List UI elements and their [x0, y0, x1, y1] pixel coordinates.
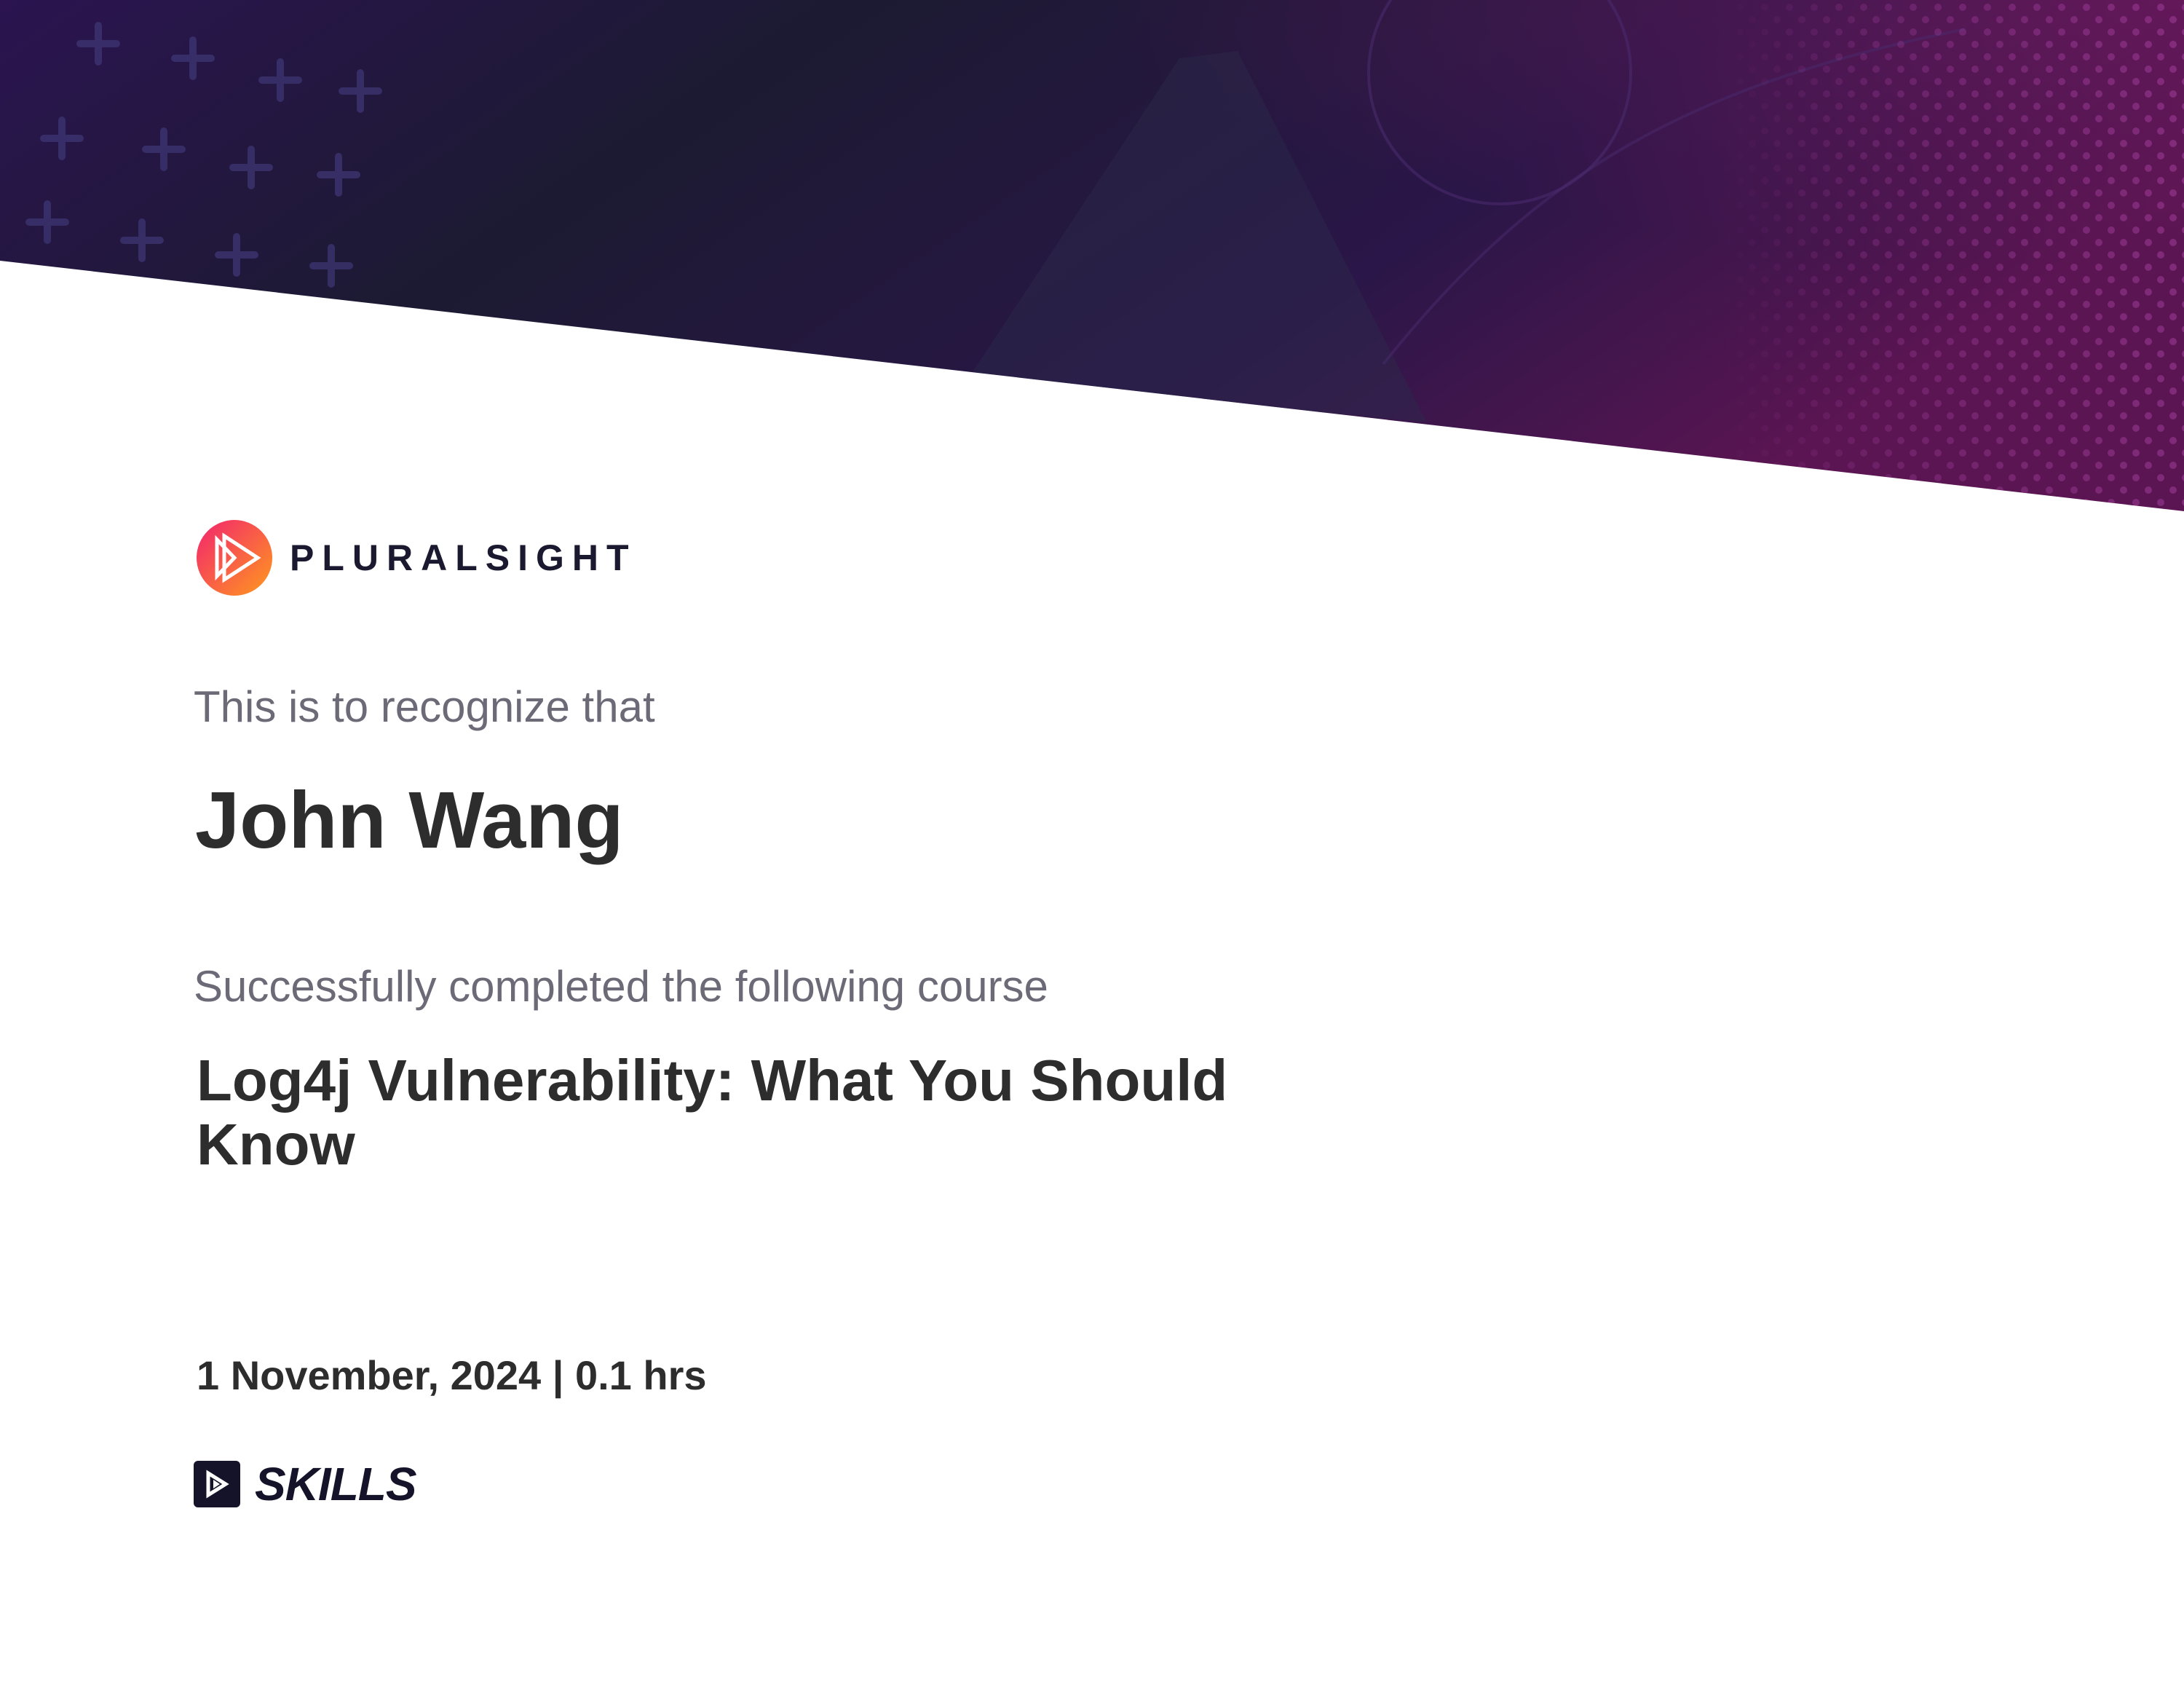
- pluralsight-play-icon: [197, 520, 272, 596]
- recipient-name: John Wang: [195, 776, 624, 865]
- product-name: SKILLS: [255, 1458, 417, 1510]
- pluralsight-logo: PLURALSIGHT: [197, 520, 637, 596]
- skills-logo: SKILLS: [194, 1458, 417, 1510]
- course-title: Log4j Vulnerability: What You Should Kno…: [197, 1048, 1228, 1177]
- skills-play-icon: [194, 1461, 240, 1507]
- header-banner: [0, 0, 2184, 511]
- brand-name: PLURALSIGHT: [290, 537, 637, 578]
- recognition-intro: This is to recognize that: [194, 682, 655, 731]
- completion-statement: Successfully completed the following cou…: [194, 962, 1048, 1011]
- completion-date-duration: 1 November, 2024 | 0.1 hrs: [197, 1352, 707, 1398]
